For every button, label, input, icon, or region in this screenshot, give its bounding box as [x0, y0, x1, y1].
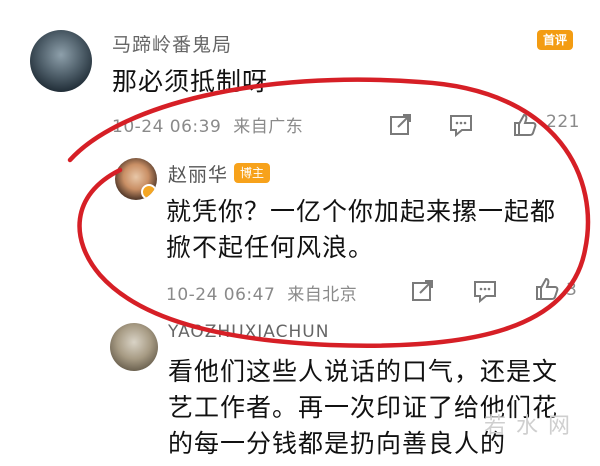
- share-icon[interactable]: [388, 112, 414, 138]
- comment-meta: 10-24 06:39 来自广东: [112, 112, 303, 137]
- author-badge: 博主: [234, 163, 270, 183]
- like-count: 221: [546, 112, 580, 132]
- comment-time: 10-24 06:47: [166, 285, 276, 305]
- avatar[interactable]: [30, 30, 92, 92]
- comment-username[interactable]: 马蹄岭番鬼局: [112, 30, 232, 57]
- first-comment-badge: 首评: [537, 30, 573, 50]
- avatar[interactable]: [115, 158, 157, 200]
- location-prefix: 来自: [287, 285, 323, 305]
- avatar[interactable]: [110, 323, 158, 371]
- location-prefix: 来自: [233, 117, 269, 137]
- like-icon[interactable]: [534, 276, 560, 302]
- comment-text-line: 掀不起任何风浪。: [166, 233, 375, 262]
- comment-location: 北京: [322, 285, 358, 305]
- comment-text: 那必须抵制呀: [112, 67, 269, 96]
- like-icon[interactable]: [512, 112, 538, 138]
- comment-icon[interactable]: [448, 112, 474, 138]
- comment-text-line: 的每一分钱都是扔向善良人的: [168, 429, 507, 458]
- verified-badge-icon: [141, 184, 157, 200]
- comment-icon[interactable]: [472, 278, 498, 304]
- comment-time: 10-24 06:39: [112, 117, 222, 137]
- watermark: 若水网: [483, 414, 580, 439]
- like-count: 3: [566, 280, 578, 300]
- share-icon[interactable]: [410, 278, 436, 304]
- comment-meta: 10-24 06:47 来自北京: [166, 280, 357, 305]
- comment-location: 广东: [268, 117, 304, 137]
- comment-username[interactable]: 赵丽华: [168, 160, 228, 187]
- comment-username[interactable]: YAOZHUXIACHUN: [168, 322, 329, 342]
